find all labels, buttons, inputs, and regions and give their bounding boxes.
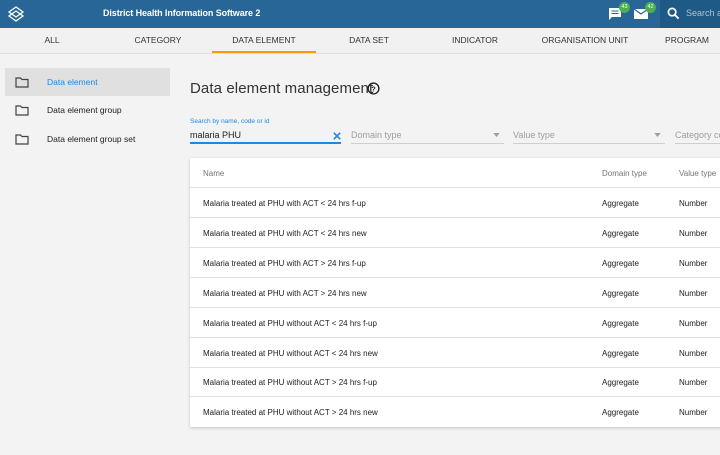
cell-name: Malaria treated at PHU without ACT < 24 …	[203, 349, 378, 358]
table-row[interactable]: Malaria treated at PHU without ACT < 24 …	[190, 308, 720, 338]
folder-icon	[15, 77, 29, 88]
search-input-value: malaria PHU	[190, 130, 242, 140]
sidebar-item-label: Data element	[47, 77, 98, 87]
app-search[interactable]	[660, 0, 720, 28]
cell-value-type: Number	[679, 199, 708, 208]
tab-program[interactable]: PROGRAM	[656, 28, 718, 54]
table-row[interactable]: Malaria treated at PHU with ACT < 24 hrs…	[190, 188, 720, 218]
dhis2-logo-icon[interactable]	[6, 4, 26, 24]
sidebar-item-label: Data element group	[47, 105, 122, 115]
header-bar: District Health Information Software 2 4…	[0, 0, 720, 28]
domain-type-select[interactable]: Domain type	[351, 128, 504, 144]
column-header-name[interactable]: Name	[203, 169, 224, 178]
table-row[interactable]: Malaria treated at PHU with ACT < 24 hrs…	[190, 218, 720, 248]
tab-organisation-unit[interactable]: ORGANISATION UNIT	[530, 28, 640, 54]
messages-badge: 43	[619, 2, 630, 13]
chevron-down-icon	[654, 133, 661, 137]
cell-domain-type: Aggregate	[602, 378, 639, 387]
search-input[interactable]: malaria PHU	[190, 128, 341, 144]
cell-name: Malaria treated at PHU with ACT > 24 hrs…	[203, 289, 367, 298]
cell-name: Malaria treated at PHU without ACT > 24 …	[203, 408, 378, 417]
chevron-down-icon	[493, 133, 500, 137]
cell-value-type: Number	[679, 408, 708, 417]
app-search-input[interactable]	[686, 8, 720, 18]
table-header: Name Domain type Value type	[190, 158, 720, 188]
cell-domain-type: Aggregate	[602, 199, 639, 208]
section-tabs: ALL CATEGORY DATA ELEMENT DATA SET INDIC…	[0, 28, 720, 54]
tab-indicator[interactable]: INDICATOR	[440, 28, 510, 54]
column-header-value-type[interactable]: Value type	[679, 169, 716, 178]
tab-all[interactable]: ALL	[32, 28, 72, 54]
sidebar-item-data-element-group-set[interactable]: Data element group set	[5, 125, 170, 153]
cell-value-type: Number	[679, 319, 708, 328]
messages-button[interactable]: 43	[606, 2, 630, 23]
cell-domain-type: Aggregate	[602, 349, 639, 358]
cell-name: Malaria treated at PHU with ACT > 24 hrs…	[203, 259, 366, 268]
cell-domain-type: Aggregate	[602, 259, 639, 268]
active-tab-indicator	[212, 51, 316, 53]
folder-icon	[15, 134, 29, 145]
search-icon	[667, 7, 680, 20]
sidebar-item-label: Data element group set	[47, 134, 136, 144]
page-title: Data element management	[190, 80, 374, 97]
sidebar-item-data-element[interactable]: Data element	[5, 68, 170, 96]
cell-value-type: Number	[679, 259, 708, 268]
cell-name: Malaria treated at PHU with ACT < 24 hrs…	[203, 229, 367, 238]
svg-text:?: ?	[371, 84, 376, 93]
category-combo-select[interactable]: Category combo	[675, 128, 720, 144]
category-combo-placeholder: Category combo	[675, 130, 720, 140]
table-row[interactable]: Malaria treated at PHU without ACT > 24 …	[190, 397, 720, 427]
table-row[interactable]: Malaria treated at PHU without ACT > 24 …	[190, 367, 720, 397]
table-row[interactable]: Malaria treated at PHU without ACT < 24 …	[190, 338, 720, 368]
cell-name: Malaria treated at PHU without ACT > 24 …	[203, 378, 377, 387]
cell-domain-type: Aggregate	[602, 319, 639, 328]
cell-value-type: Number	[679, 289, 708, 298]
cell-name: Malaria treated at PHU with ACT < 24 hrs…	[203, 199, 366, 208]
table-row[interactable]: Malaria treated at PHU with ACT > 24 hrs…	[190, 248, 720, 278]
app-title: District Health Information Software 2	[103, 8, 261, 18]
tab-category[interactable]: CATEGORY	[122, 28, 194, 54]
value-type-placeholder: Value type	[513, 130, 555, 140]
tab-data-set[interactable]: DATA SET	[336, 28, 402, 54]
cell-value-type: Number	[679, 229, 708, 238]
sidebar-item-data-element-group[interactable]: Data element group	[5, 96, 170, 124]
search-field-label: Search by name, code or id	[190, 118, 270, 125]
mail-badge: 42	[645, 2, 656, 13]
cell-value-type: Number	[679, 378, 708, 387]
close-icon[interactable]	[333, 132, 341, 140]
help-icon[interactable]: ?	[367, 82, 380, 95]
cell-value-type: Number	[679, 349, 708, 358]
cell-domain-type: Aggregate	[602, 408, 639, 417]
column-header-domain-type[interactable]: Domain type	[602, 169, 647, 178]
data-element-table: Name Domain type Value type Malaria trea…	[190, 158, 720, 427]
folder-icon	[15, 105, 29, 116]
table-row[interactable]: Malaria treated at PHU with ACT > 24 hrs…	[190, 278, 720, 308]
value-type-select[interactable]: Value type	[513, 128, 665, 144]
domain-type-placeholder: Domain type	[351, 130, 402, 140]
cell-name: Malaria treated at PHU without ACT < 24 …	[203, 319, 377, 328]
mail-button[interactable]: 42	[632, 2, 656, 23]
cell-domain-type: Aggregate	[602, 289, 639, 298]
cell-domain-type: Aggregate	[602, 229, 639, 238]
